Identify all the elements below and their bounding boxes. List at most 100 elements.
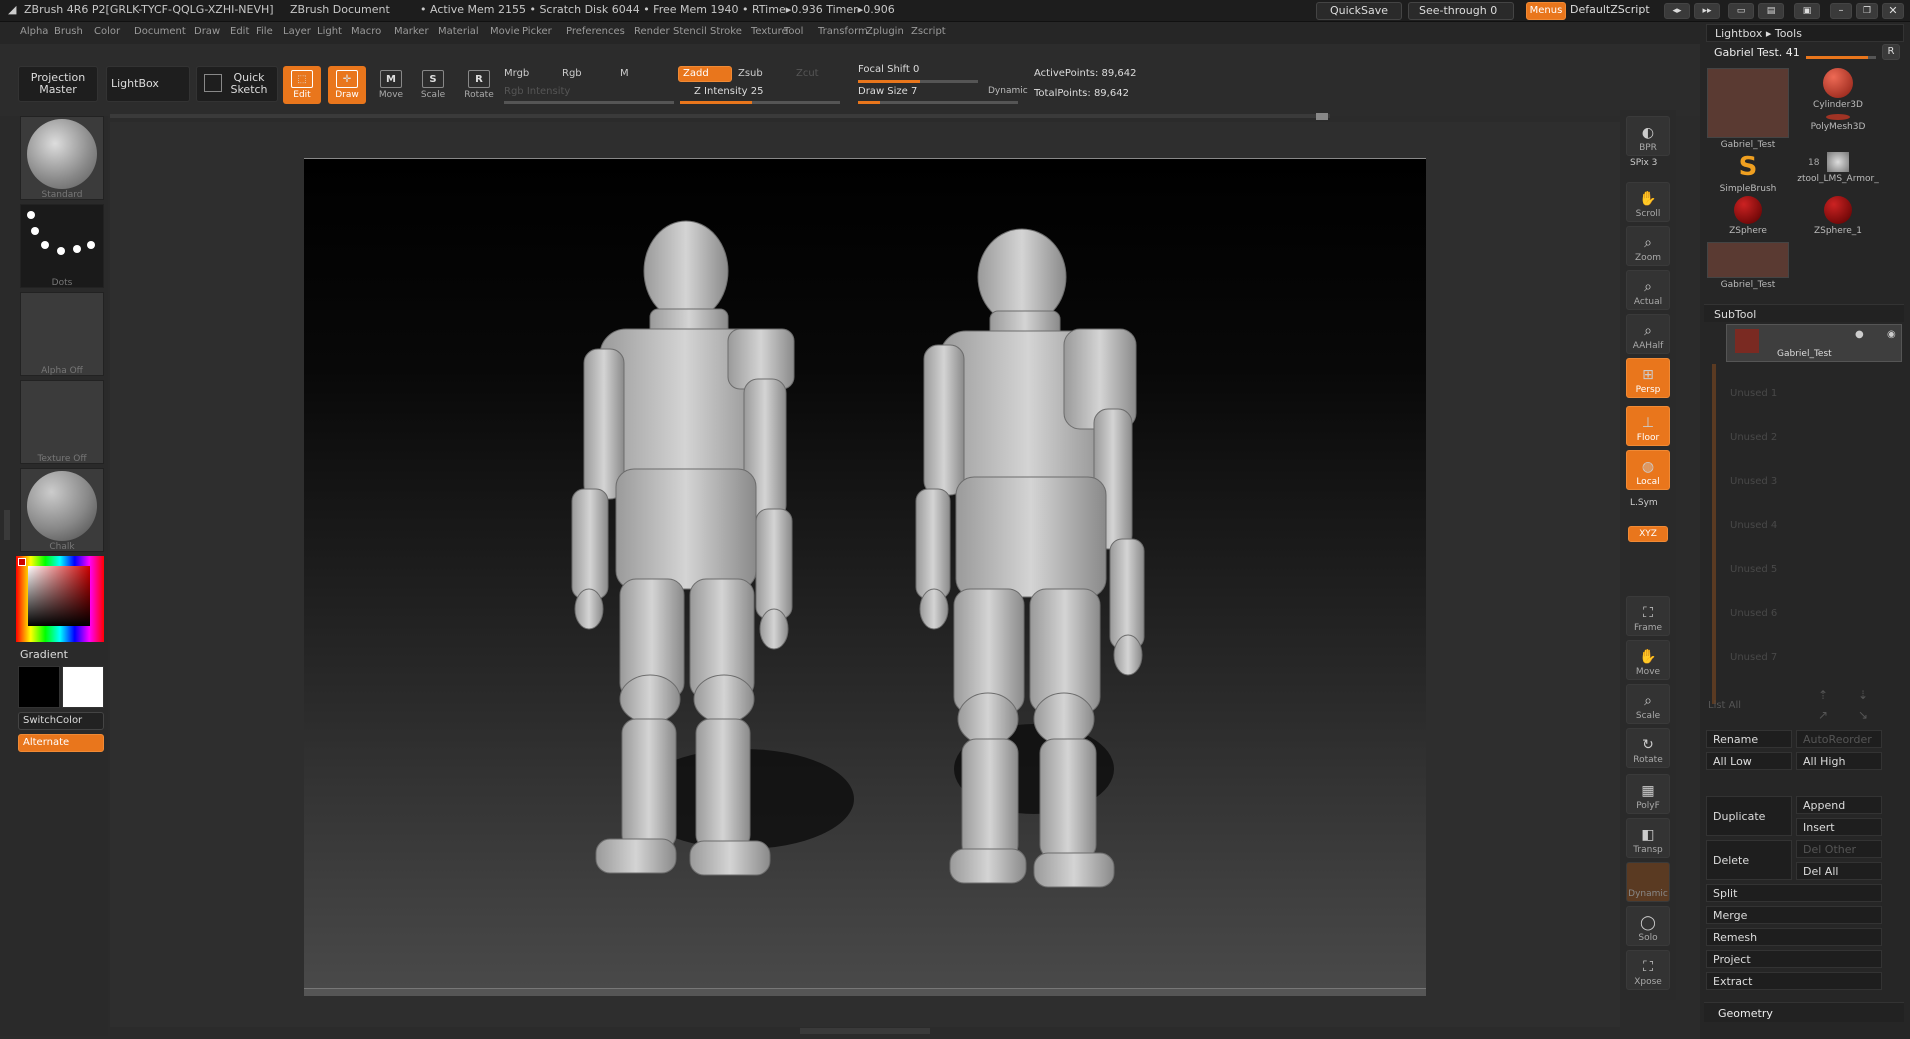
switch-color-button[interactable]: SwitchColor — [18, 712, 104, 730]
shelf-local-button[interactable]: ◍ Local — [1626, 450, 1670, 490]
tool-zsphere-1[interactable]: ZSphere_1 — [1796, 196, 1880, 278]
project-button[interactable]: Project — [1706, 950, 1882, 968]
subtool-slot-2[interactable]: Unused 2 — [1730, 432, 1777, 443]
menu-zplugin[interactable]: Zplugin — [866, 26, 904, 37]
menu-color[interactable]: Color — [94, 26, 120, 37]
rename-button[interactable]: Rename — [1706, 730, 1792, 748]
default-zscript[interactable]: DefaultZScript — [1570, 3, 1650, 16]
shelf-aahalf-button[interactable]: ⌕ AAHalf — [1626, 314, 1670, 354]
subtool-toggle-icon[interactable]: ● — [1855, 329, 1864, 340]
shelf-actual-button[interactable]: ⌕ Actual — [1626, 270, 1670, 310]
shelf-scroll-button[interactable]: ✋ Scroll — [1626, 182, 1670, 222]
subtool-slot-5[interactable]: Unused 5 — [1730, 564, 1777, 575]
main-color-swatch[interactable] — [62, 666, 104, 708]
menu-light[interactable]: Light — [317, 26, 342, 37]
subtool-item-active[interactable]: Gabriel_Test ● ◉ — [1726, 324, 1902, 362]
layout-icon[interactable]: ▭ — [1728, 3, 1754, 19]
color-sv-square[interactable] — [28, 566, 90, 626]
dynamic-toggle[interactable]: Dynamic — [988, 86, 1028, 96]
mrgb-button[interactable]: Mrgb — [504, 68, 529, 79]
remesh-button[interactable]: Remesh — [1706, 928, 1882, 946]
z-intensity-track[interactable] — [680, 101, 840, 104]
shelf-l-sym-button[interactable]: L.Sym — [1630, 498, 1658, 508]
draw-mode-button[interactable]: ✛ Draw — [328, 66, 366, 104]
close-icon[interactable]: ✕ — [1882, 3, 1904, 19]
menu-alpha[interactable]: Alpha — [20, 26, 48, 37]
merge-button[interactable]: Merge — [1706, 906, 1882, 924]
extract-button[interactable]: Extract — [1706, 972, 1882, 990]
scale-mode-button[interactable]: S Scale — [414, 66, 452, 104]
shelf-floor-button[interactable]: ⊥ Floor — [1626, 406, 1670, 446]
tool-name-row[interactable]: Gabriel Test. 41 R — [1706, 44, 1904, 62]
menu-edit[interactable]: Edit — [230, 26, 249, 37]
bottom-tray-handle[interactable] — [800, 1028, 930, 1034]
menu-transform[interactable]: Transform — [818, 26, 868, 37]
tool-gabriel-test[interactable]: Gabriel_Test — [1706, 68, 1790, 152]
subtool-slot-3[interactable]: Unused 3 — [1730, 476, 1777, 487]
menu-draw[interactable]: Draw — [194, 26, 220, 37]
menu-marker[interactable]: Marker — [394, 26, 429, 37]
eye-icon[interactable]: ◉ — [1887, 329, 1896, 340]
rgb-button[interactable]: Rgb — [562, 68, 582, 79]
arrow-up-icon[interactable]: ⇡ — [1818, 688, 1828, 702]
menu-material[interactable]: Material — [438, 26, 479, 37]
menu-stencil[interactable]: Stencil — [673, 26, 707, 37]
menu-document[interactable]: Document — [134, 26, 186, 37]
rotate-mode-button[interactable]: R Rotate — [460, 66, 498, 104]
arrow-up-2-icon[interactable]: ↗ — [1818, 708, 1828, 722]
delete-button[interactable]: Delete — [1706, 840, 1792, 880]
subtool-slot-6[interactable]: Unused 6 — [1730, 608, 1777, 619]
zbrush-canvas[interactable] — [304, 158, 1426, 996]
zsub-button[interactable]: Zsub — [738, 68, 763, 79]
menu-brush[interactable]: Brush — [54, 26, 83, 37]
stroke-thumbnail[interactable]: Dots — [20, 204, 104, 288]
shelf-move-button[interactable]: ✋ Move — [1626, 640, 1670, 680]
rgb-intensity-slider[interactable]: Rgb Intensity — [504, 86, 570, 97]
zadd-button[interactable]: Zadd — [678, 66, 732, 82]
subtool-slot-4[interactable]: Unused 4 — [1730, 520, 1777, 531]
rgb-intensity-track[interactable] — [504, 101, 674, 104]
edit-mode-button[interactable]: ⬚ Edit — [283, 66, 321, 104]
z-intensity-slider[interactable]: Z Intensity 25 — [694, 86, 763, 97]
draw-size-slider[interactable]: Draw Size 7 — [858, 86, 917, 97]
menu-texture[interactable]: Texture — [751, 26, 788, 37]
horizontal-scroll-track[interactable] — [110, 114, 1330, 118]
tool-gabriel-test[interactable]: Gabriel_Test — [1706, 242, 1790, 290]
menu-movie[interactable]: Movie — [490, 26, 520, 37]
lightbox-tools-header[interactable]: Lightbox ▸ Tools — [1706, 24, 1904, 42]
secondary-color-swatch[interactable] — [18, 666, 60, 708]
menu-macro[interactable]: Macro — [351, 26, 381, 37]
layout-2-icon[interactable]: ▤ — [1758, 3, 1784, 19]
focal-shift-slider[interactable]: Focal Shift 0 — [858, 64, 919, 75]
arrow-down-2-icon[interactable]: ↘ — [1858, 708, 1868, 722]
shelf-polyf-button[interactable]: ▦ PolyF — [1626, 774, 1670, 814]
all-low-button[interactable]: All Low — [1706, 752, 1792, 770]
menu-file[interactable]: File — [256, 26, 273, 37]
shelf-transp-button[interactable]: ◧ Transp — [1626, 818, 1670, 858]
menu-stroke[interactable]: Stroke — [710, 26, 742, 37]
m-button[interactable]: M — [620, 68, 629, 79]
horizontal-scroll-handle[interactable] — [1316, 113, 1328, 120]
alpha-thumbnail[interactable]: Alpha Off — [20, 292, 104, 376]
menu-layer[interactable]: Layer — [283, 26, 311, 37]
texture-thumbnail[interactable]: Texture Off — [20, 380, 104, 464]
subtool-header[interactable]: SubTool — [1704, 304, 1904, 322]
del-all-button[interactable]: Del All — [1796, 862, 1882, 880]
shelf-xpose-button[interactable]: ⛶ Xpose — [1626, 950, 1670, 990]
move-mode-button[interactable]: M Move — [372, 66, 410, 104]
menu-render[interactable]: Render — [634, 26, 670, 37]
shelf-spix-3-button[interactable]: SPix 3 — [1630, 158, 1657, 168]
quicksave-button[interactable]: QuickSave — [1316, 2, 1402, 20]
menu-preferences[interactable]: Preferences — [566, 26, 625, 37]
shelf-solo-button[interactable]: ◯ Solo — [1626, 906, 1670, 946]
draw-size-track[interactable] — [858, 101, 1018, 104]
subtool-scrollbar[interactable] — [1712, 364, 1716, 704]
shelf-scale-button[interactable]: ⌕ Scale — [1626, 684, 1670, 724]
shelf-xyz-button[interactable]: XYZ — [1628, 526, 1668, 542]
lock-icon[interactable]: ▣ — [1794, 3, 1820, 19]
shelf-persp-button[interactable]: ⊞ Persp — [1626, 358, 1670, 398]
shelf-zoom-button[interactable]: ⌕ Zoom — [1626, 226, 1670, 266]
subtool-slot-7[interactable]: Unused 7 — [1730, 652, 1777, 663]
brush-thumbnail[interactable]: Standard — [20, 116, 104, 200]
insert-button[interactable]: Insert — [1796, 818, 1882, 836]
